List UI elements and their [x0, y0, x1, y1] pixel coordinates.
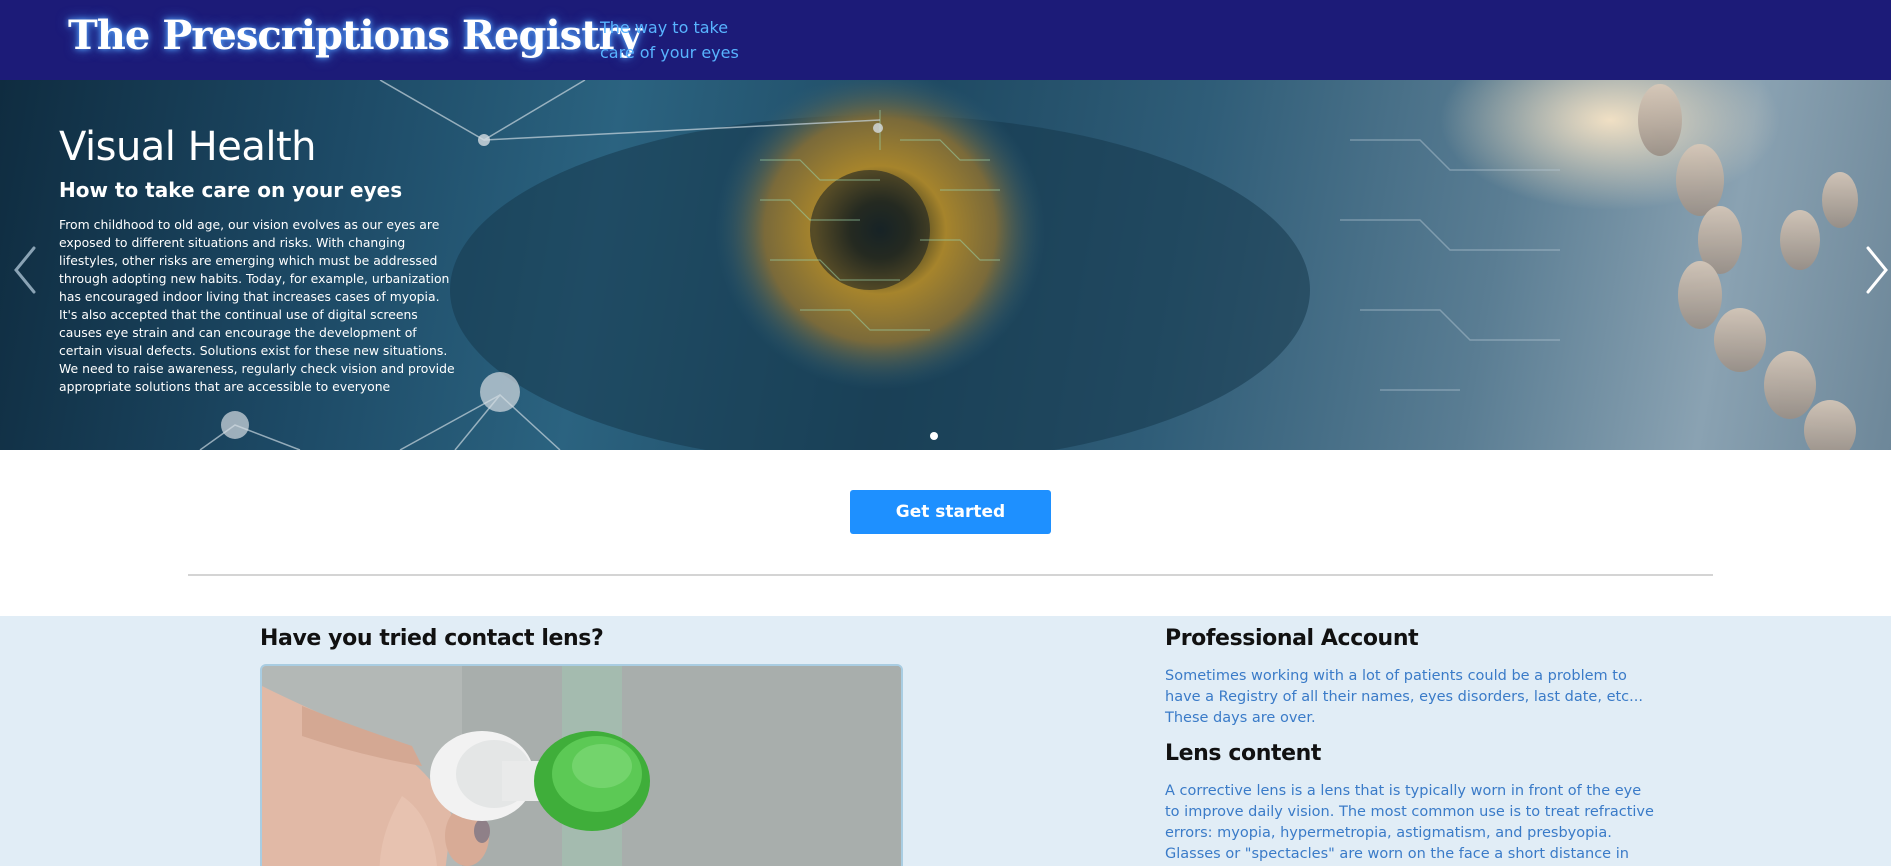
professional-account-text: Sometimes working with a lot of patients…	[1165, 668, 1643, 726]
carousel-next-button[interactable]	[1858, 240, 1891, 300]
contact-lens-image	[260, 664, 903, 866]
professional-account-heading: Professional Account	[1165, 626, 1419, 651]
site-logo-title[interactable]: The Prescriptions Registry	[68, 12, 642, 59]
section-divider	[188, 574, 1713, 576]
site-header: The Prescriptions Registry The way to ta…	[0, 0, 1891, 80]
contact-lens-case-photo	[262, 666, 901, 866]
chevron-left-icon	[14, 246, 36, 294]
hero-description: From childhood to old age, our vision ev…	[59, 217, 455, 394]
contact-lens-heading: Have you tried contact lens?	[260, 626, 604, 651]
info-section: Have you tried contact lens? Professiona…	[0, 616, 1891, 866]
contact-lens-column: Have you tried contact lens?	[260, 626, 905, 866]
hero-title: Visual Health	[59, 124, 316, 170]
lens-content-heading: Lens content	[1165, 741, 1321, 766]
get-started-button[interactable]: Get started	[850, 490, 1051, 534]
carousel-indicator-dot[interactable]	[930, 432, 938, 440]
professional-column: Professional Account Sometimes working w…	[1165, 626, 1655, 865]
hero-subtitle: How to take care on your eyes	[59, 178, 403, 202]
lens-content-text: A corrective lens is a lens that is typi…	[1165, 783, 1654, 862]
carousel-indicators	[930, 427, 938, 440]
site-tagline: The way to take care of your eyes	[600, 18, 739, 62]
chevron-right-icon	[1866, 246, 1888, 294]
carousel-prev-button[interactable]	[6, 240, 46, 300]
hero-carousel: Visual Health How to take care on your e…	[0, 80, 1891, 450]
